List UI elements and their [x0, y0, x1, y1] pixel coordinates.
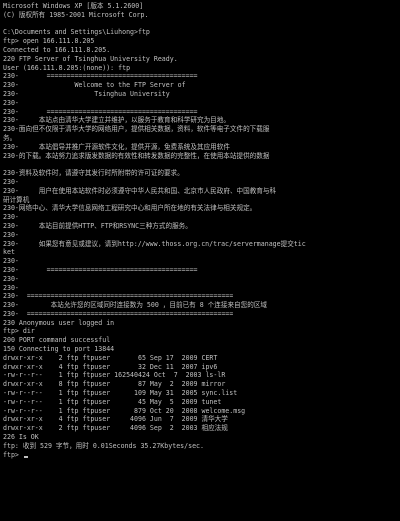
- console-line: 230-: [3, 98, 19, 107]
- console-line: 230- ===================================…: [3, 265, 198, 274]
- console-line: 230- ===================================…: [3, 107, 198, 116]
- text-cursor: [23, 455, 28, 458]
- console-line: Microsoft Windows XP [版本 5.1.2600]: [3, 2, 144, 10]
- console-line: 226 Is OK: [3, 433, 39, 442]
- command-prompt-line[interactable]: ftp>: [3, 451, 400, 460]
- console-line: -rw-r--r-- 1 ftp ftpuser 45 May 5 2009 t…: [3, 397, 222, 406]
- console-line: 230-: [3, 257, 19, 266]
- console-line: 220 FTP Server of Tsinghua University Re…: [3, 54, 178, 63]
- console-line: drwxr-xr-x 2 ftp ftpuser 4096 Sep 2 2003…: [3, 424, 228, 433]
- console-line: -rw-r--r-- 1 ftp ftpuser 109 May 31 2005…: [3, 389, 238, 398]
- console-window[interactable]: Microsoft Windows XP [版本 5.1.2600] (C) 版…: [0, 0, 400, 521]
- console-line: 务。: [3, 133, 17, 142]
- console-line: ftp> dir: [3, 327, 35, 336]
- console-line: 230-: [3, 274, 19, 283]
- console-line: 研计算机: [3, 195, 30, 204]
- console-line: 230- Welcome to the FTP Server of: [3, 81, 186, 90]
- console-line: 230- 用户在使用本站软件时必须遵守中华人民共和国、北京市人民政府、中国教育与…: [3, 186, 277, 195]
- console-line: 230-: [3, 177, 19, 186]
- console-line: 230-: [3, 213, 19, 222]
- console-line: 230-: [3, 283, 19, 292]
- console-line: drwxr-xr-x 2 ftp ftpuser 65 Sep 17 2009 …: [3, 353, 218, 362]
- console-line: 200 PORT command successful: [3, 336, 111, 345]
- console-line: 230- 本站点由清华大学建立并维护，以服务于教育和科学研究为目地。: [3, 116, 230, 125]
- console-line: User (166.111.8.205:(none)): ftp: [3, 63, 131, 72]
- console-line: drwxr-xr-x 4 ftp ftpuser 32 Dec 11 2007 …: [3, 362, 218, 371]
- console-line: ket: [3, 248, 15, 257]
- console-line: 230- ===================================…: [3, 292, 234, 301]
- console-line: Connected to 166.111.8.205.: [3, 45, 111, 54]
- console-line: ftp: 收到 529 字节，用时 0.01Seconds 35.27Kbyte…: [3, 441, 204, 450]
- console-line: 230-资料及软件时，请遵守其发行时所附带的许可证的要求。: [3, 169, 184, 178]
- console-line: 230- Tsinghua University: [3, 89, 170, 98]
- console-line: 230- 如果您有意见或建议，请到http://www.thoss.org.cn…: [3, 239, 306, 248]
- console-line: C:\Documents and Settings\Liuhong>ftp: [3, 28, 150, 37]
- console-line: 230-的下载。本站努力追求版发数据的有效性和转发数据的完整性，在使用本站提供的…: [3, 151, 270, 160]
- console-line: 230- 本站目前提供HTTP、FTP和RSYNC三种方式的服务。: [3, 221, 192, 230]
- console-line: 150 Connecting to port 13844: [3, 345, 115, 354]
- console-line: 230-网络中心、清华大学信息网络工程研究中心和用户所在地的有关法律与相关规定。: [3, 204, 257, 213]
- console-line: (C) 版权所有 1985-2001 Microsoft Corp.: [3, 10, 149, 19]
- console-line: 230-面向但不仅限于清华大学的网络用户，提供相关数据，资料，软件等电子文件的下…: [3, 125, 270, 134]
- console-line: ftp> open 166.111.8.205: [3, 37, 95, 46]
- console-line: 230 Anonymous user logged in: [3, 318, 115, 327]
- console-line: -rw-r--r-- 1 ftp ftpuser 879 Oct 20 2008…: [3, 406, 246, 415]
- console-line: -rw-r--r-- 1 ftp ftpuser 162540424 Oct 7…: [3, 371, 226, 380]
- console-line: 230- ===================================…: [3, 72, 198, 81]
- console-line: 230- ===================================…: [3, 309, 234, 318]
- console-line: 230- 本站允许您的区域同时连接数为 500 ，目前已有 8 个连接来自您的区…: [3, 301, 268, 310]
- console-line: 230- 本站倡导并推广开源软件文化，提供开源，免费系统及其应用软件: [3, 142, 230, 151]
- console-line: drwxr-xr-x 8 ftp ftpuser 87 May 2 2009 m…: [3, 380, 226, 389]
- command-prompt: ftp>: [3, 450, 23, 459]
- console-line: drwxr-xr-x 4 ftp ftpuser 4096 Jun 7 2009…: [3, 415, 228, 424]
- console-line: 230-: [3, 230, 19, 239]
